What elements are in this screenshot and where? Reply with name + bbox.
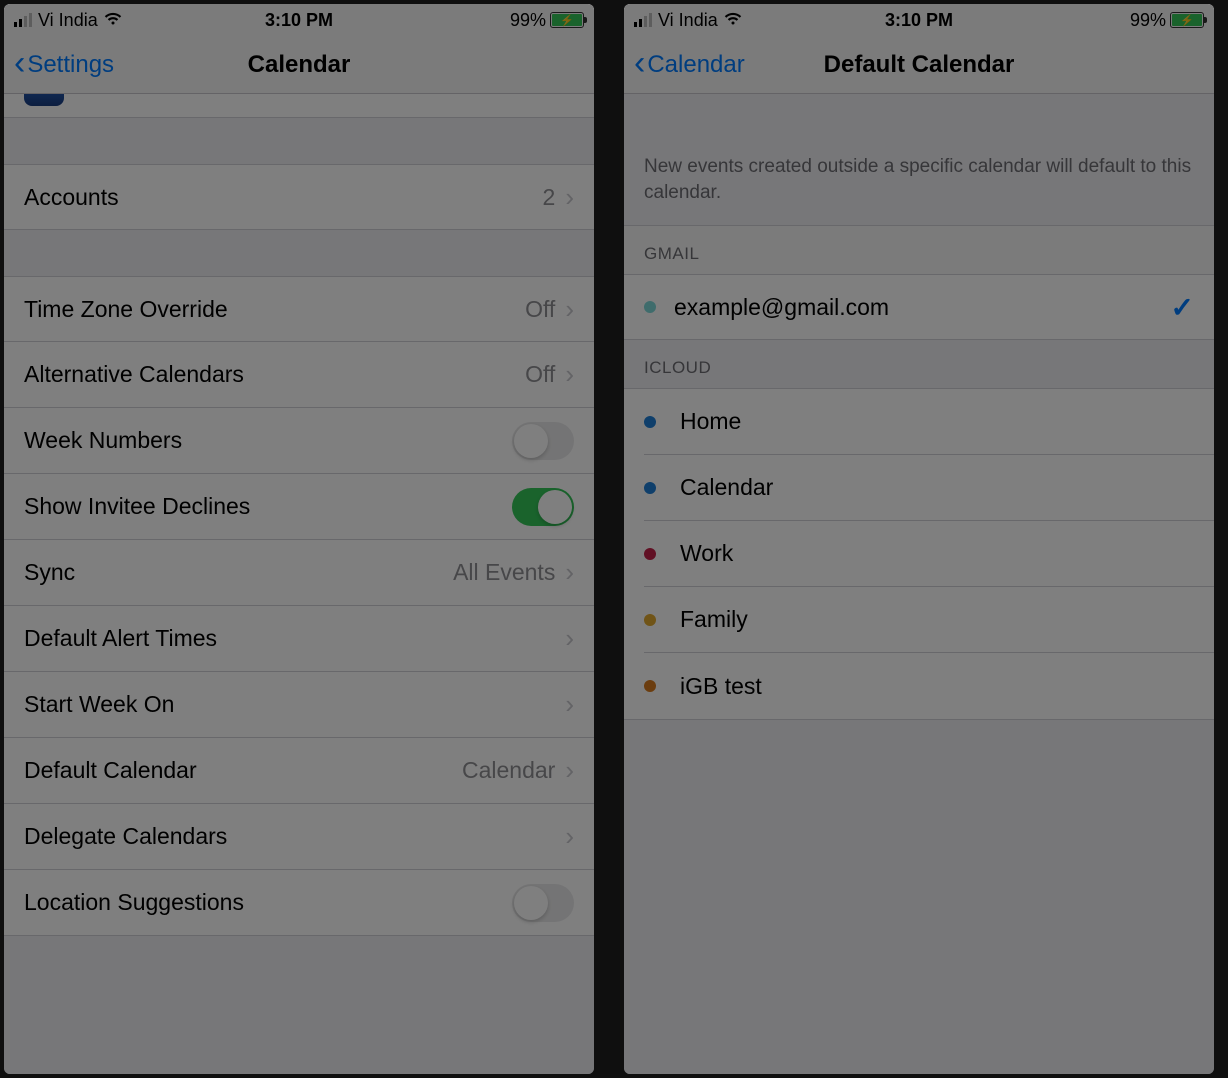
calendar-row-family[interactable]: Family <box>644 587 1214 653</box>
startweek-label: Start Week On <box>24 691 565 718</box>
timezone-label: Time Zone Override <box>24 296 525 323</box>
week-numbers-row[interactable]: Week Numbers <box>4 408 594 474</box>
defaultcal-label: Default Calendar <box>24 757 462 784</box>
color-dot <box>644 416 656 428</box>
alternative-calendars-row[interactable]: Alternative Calendars Off › <box>4 342 594 408</box>
invitee-label: Show Invitee Declines <box>24 493 512 520</box>
nav-title: Default Calendar <box>624 51 1214 79</box>
color-dot <box>644 614 656 626</box>
timezone-override-row[interactable]: Time Zone Override Off › <box>4 276 594 342</box>
checkmark-icon: ✓ <box>1171 291 1194 324</box>
chevron-right-icon: › <box>565 182 574 213</box>
calendar-name: Work <box>674 540 733 567</box>
calendar-name: example@gmail.com <box>674 294 889 321</box>
accounts-label: Accounts <box>24 184 543 211</box>
location-suggestions-switch[interactable] <box>512 884 574 922</box>
calendar-name: Home <box>674 408 741 435</box>
show-invitee-declines-row[interactable]: Show Invitee Declines <box>4 474 594 540</box>
calendar-name: Family <box>674 606 748 633</box>
status-bar: Vi India 3:10 PM 99% ⚡ <box>624 4 1214 36</box>
invitee-declines-switch[interactable] <box>512 488 574 526</box>
weeknum-label: Week Numbers <box>24 427 512 454</box>
alert-label: Default Alert Times <box>24 625 565 652</box>
calendar-row-work[interactable]: Work <box>644 521 1214 587</box>
week-numbers-switch[interactable] <box>512 422 574 460</box>
chevron-right-icon: › <box>565 623 574 654</box>
chevron-right-icon: › <box>565 557 574 588</box>
start-week-on-row[interactable]: Start Week On › <box>4 672 594 738</box>
sync-value: All Events <box>453 559 555 586</box>
chevron-right-icon: › <box>565 689 574 720</box>
battery-icon: ⚡ <box>550 12 584 28</box>
screenshot-left: Vi India 3:10 PM 99% ⚡ ‹ Settings Calend… <box>4 4 594 1074</box>
clock: 3:10 PM <box>624 10 1214 31</box>
nav-title: Calendar <box>4 51 594 79</box>
default-calendar-row[interactable]: Default Calendar Calendar › <box>4 738 594 804</box>
altcal-value: Off <box>525 361 555 388</box>
sync-label: Sync <box>24 559 453 586</box>
accounts-value: 2 <box>543 184 556 211</box>
location-label: Location Suggestions <box>24 889 512 916</box>
calendar-name: iGB test <box>674 673 762 700</box>
app-icon-partial <box>24 94 64 106</box>
section-header-icloud: ICLOUD <box>624 340 1214 388</box>
nav-bar: ‹ Settings Calendar <box>4 36 594 94</box>
chevron-right-icon: › <box>565 755 574 786</box>
nav-bar: ‹ Calendar Default Calendar <box>624 36 1214 94</box>
chevron-right-icon: › <box>565 294 574 325</box>
calendar-row-home[interactable]: Home <box>644 389 1214 455</box>
delegate-calendars-row[interactable]: Delegate Calendars › <box>4 804 594 870</box>
location-suggestions-row[interactable]: Location Suggestions <box>4 870 594 936</box>
calendar-row-igb[interactable]: iGB test <box>644 653 1214 719</box>
delegate-label: Delegate Calendars <box>24 823 565 850</box>
sync-row[interactable]: Sync All Events › <box>4 540 594 606</box>
chevron-right-icon: › <box>565 821 574 852</box>
color-dot <box>644 482 656 494</box>
color-dot <box>644 301 656 313</box>
battery-icon: ⚡ <box>1170 12 1204 28</box>
color-dot <box>644 548 656 560</box>
accounts-row[interactable]: Accounts 2 › <box>4 164 594 230</box>
chevron-right-icon: › <box>565 359 574 390</box>
icloud-list: Home Calendar Work Family iGB test <box>624 388 1214 720</box>
calendar-name: Calendar <box>674 474 773 501</box>
color-dot <box>644 680 656 692</box>
default-alert-times-row[interactable]: Default Alert Times › <box>4 606 594 672</box>
calendar-row-gmail[interactable]: example@gmail.com ✓ <box>624 274 1214 340</box>
altcal-label: Alternative Calendars <box>24 361 525 388</box>
section-header-gmail: GMAIL <box>624 225 1214 274</box>
screenshot-right: Vi India 3:10 PM 99% ⚡ ‹ Calendar Defaul… <box>624 4 1214 1074</box>
defaultcal-value: Calendar <box>462 757 555 784</box>
calendar-row-calendar[interactable]: Calendar <box>644 455 1214 521</box>
partial-row <box>4 94 594 118</box>
status-bar: Vi India 3:10 PM 99% ⚡ <box>4 4 594 36</box>
clock: 3:10 PM <box>4 10 594 31</box>
timezone-value: Off <box>525 296 555 323</box>
description-text: New events created outside a specific ca… <box>624 94 1214 225</box>
